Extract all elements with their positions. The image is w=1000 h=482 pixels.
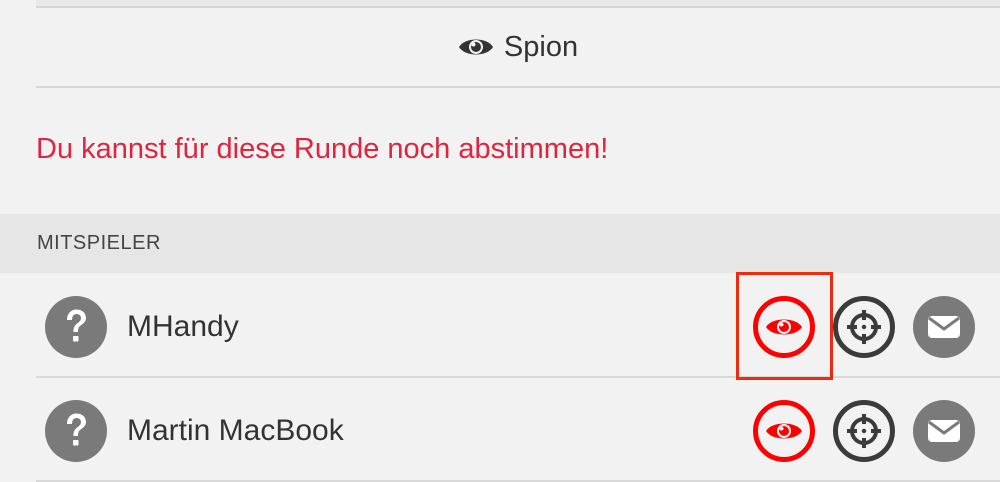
role-label: Spion <box>503 30 579 63</box>
crosshair-icon[interactable] <box>833 400 895 462</box>
eye-icon[interactable] <box>753 296 815 358</box>
question-icon <box>45 296 107 358</box>
question-icon <box>45 400 107 462</box>
eye-icon[interactable] <box>753 400 815 462</box>
player-name: Martin MacBook <box>127 414 344 447</box>
mail-icon[interactable] <box>913 296 975 358</box>
mail-icon[interactable] <box>913 400 975 462</box>
crosshair-icon[interactable] <box>833 296 895 358</box>
player-row: MHandy <box>0 274 1000 377</box>
section-header: MITSPIELER <box>0 214 1000 273</box>
player-name: MHandy <box>127 310 239 343</box>
role-row: Spion <box>36 6 1000 88</box>
eye-icon <box>458 35 494 59</box>
left-edge <box>0 0 36 86</box>
vote-message: Du kannst für diese Runde noch abstimmen… <box>36 133 609 165</box>
section-title: MITSPIELER <box>37 232 161 254</box>
player-row: Martin MacBook <box>0 378 1000 481</box>
